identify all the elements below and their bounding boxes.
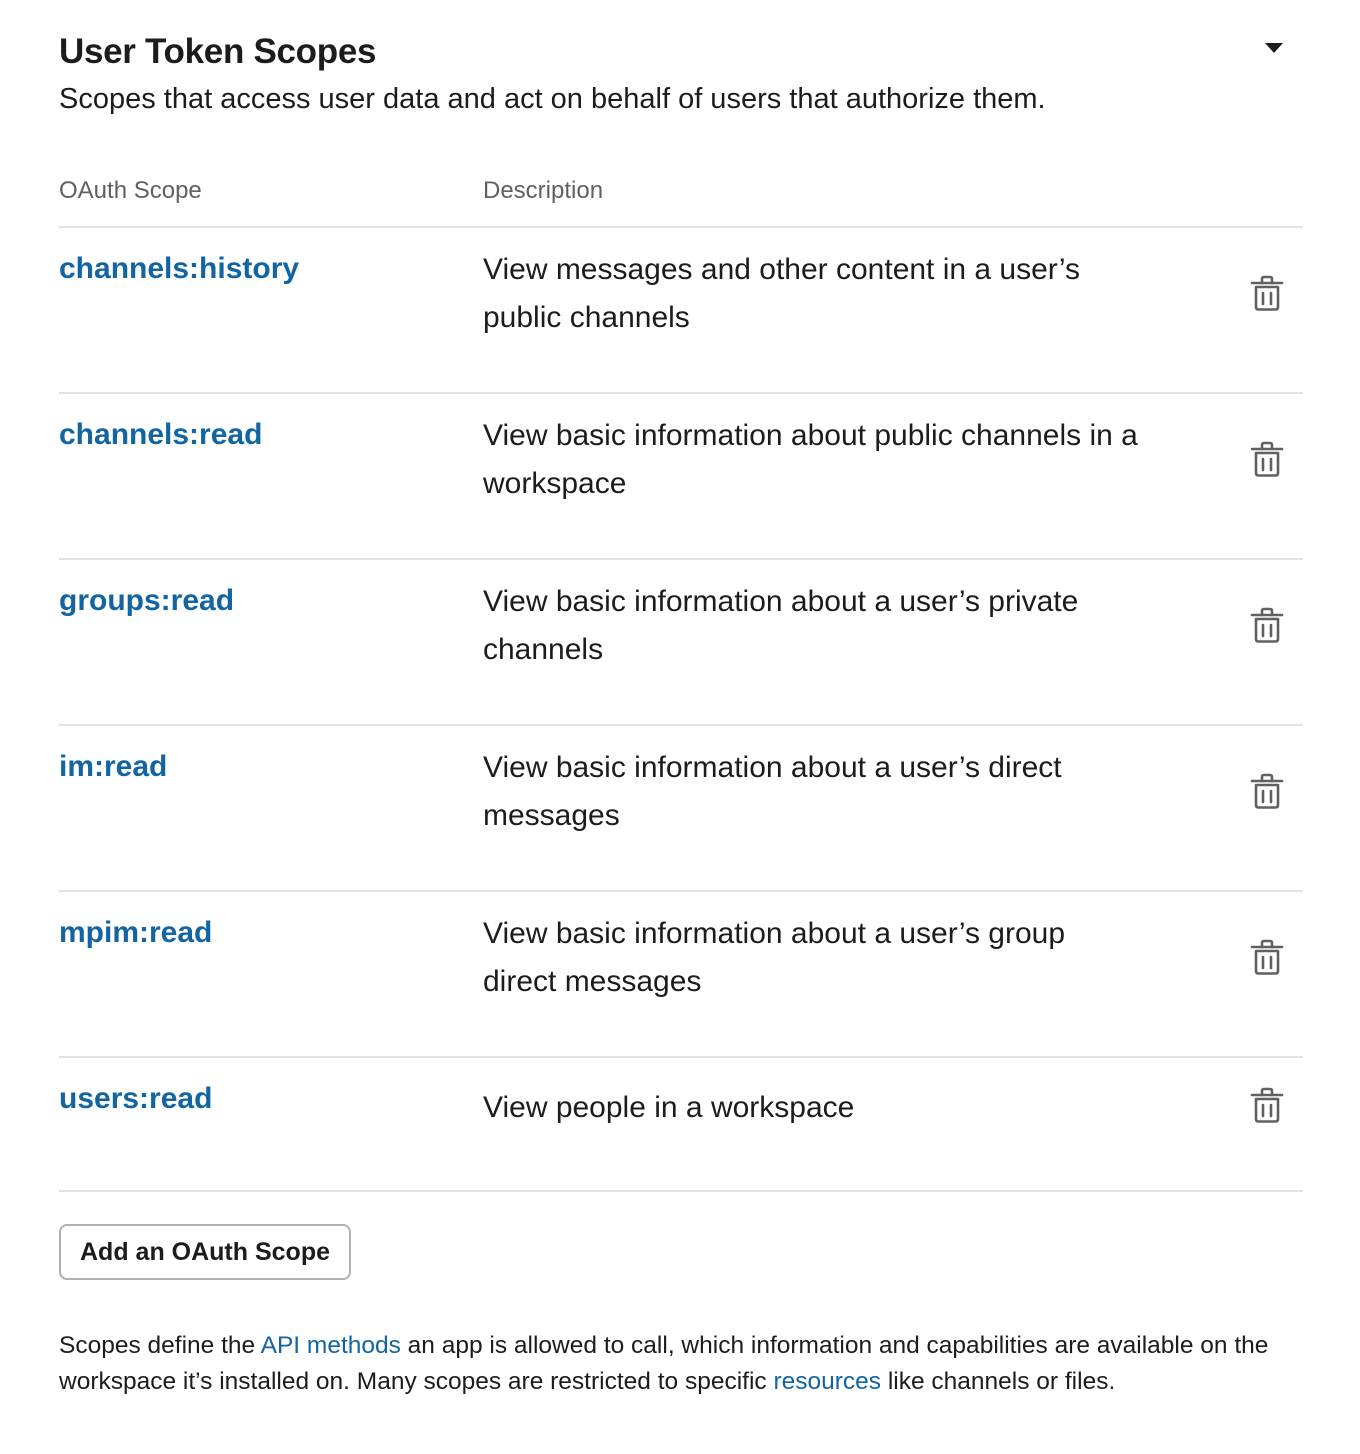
scope-description: View basic information about public chan… [483,419,1138,500]
resources-link[interactable]: resources [773,1368,881,1395]
scope-name-link[interactable]: im:read [59,744,167,790]
footer-text: Scopes define the [59,1332,261,1359]
column-header-scope: OAuth Scope [59,177,202,204]
trash-icon [1250,607,1284,643]
api-methods-link[interactable]: API methods [261,1332,401,1359]
table-row: im:read View basic information about a u… [59,726,1303,892]
caret-down-icon [1265,43,1283,53]
delete-scope-button[interactable] [1249,274,1285,312]
trash-icon [1250,1087,1284,1123]
delete-scope-button[interactable] [1249,772,1285,810]
scopes-footer-note: Scopes define the API methods an app is … [59,1328,1303,1400]
trash-icon [1250,441,1284,477]
scope-name-link[interactable]: channels:read [59,412,262,458]
trash-icon [1250,939,1284,975]
scope-description: View messages and other content in a use… [483,253,1081,334]
table-row: channels:history View messages and other… [59,228,1303,394]
table-row: mpim:read View basic information about a… [59,892,1303,1058]
table-row: groups:read View basic information about… [59,560,1303,726]
scope-description: View basic information about a user’s pr… [483,585,1079,666]
footer-text: like channels or files. [881,1368,1116,1395]
scope-name-link[interactable]: groups:read [59,578,234,624]
delete-scope-button[interactable] [1249,938,1285,976]
scopes-table: channels:history View messages and other… [59,228,1303,1192]
scope-name-link[interactable]: users:read [59,1076,212,1122]
scope-description: View people in a workspace [483,1091,855,1124]
table-row: users:read View people in a workspace [59,1058,1303,1192]
scope-name-link[interactable]: channels:history [59,246,299,292]
table-header: OAuth Scope Description [59,170,1303,228]
add-oauth-scope-button[interactable]: Add an OAuth Scope [59,1224,351,1280]
delete-scope-button[interactable] [1249,606,1285,644]
trash-icon [1250,275,1284,311]
section-title: User Token Scopes [59,32,377,71]
column-header-description: Description [483,177,604,204]
scope-description: View basic information about a user’s di… [483,751,1062,832]
trash-icon [1250,773,1284,809]
scope-description: View basic information about a user’s gr… [483,917,1066,998]
delete-scope-button[interactable] [1249,1086,1285,1124]
user-token-scopes-section: User Token Scopes Scopes that access use… [59,0,1303,1395]
section-subtitle: Scopes that access user data and act on … [59,83,1046,115]
section-header: User Token Scopes Scopes that access use… [59,0,1303,170]
scope-name-link[interactable]: mpim:read [59,910,212,956]
table-row: channels:read View basic information abo… [59,394,1303,560]
delete-scope-button[interactable] [1249,440,1285,478]
collapse-toggle[interactable] [1261,38,1287,58]
